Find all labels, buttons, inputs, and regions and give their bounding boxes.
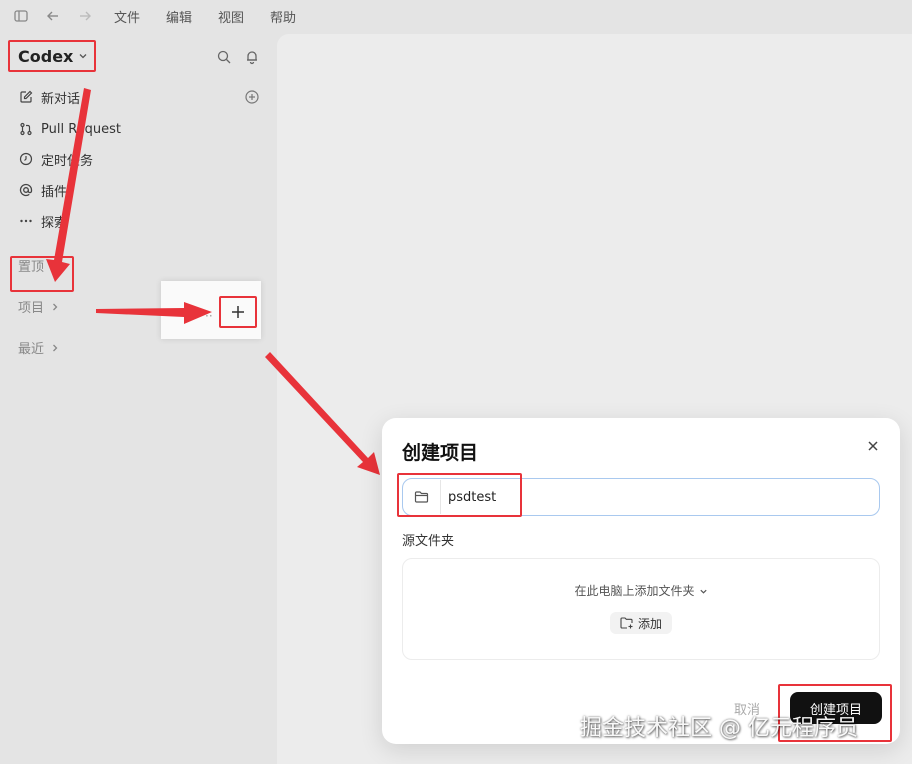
close-icon[interactable] (865, 438, 881, 454)
workspace-switcher[interactable]: Codex (8, 40, 96, 72)
menu-help[interactable]: 帮助 (270, 7, 296, 26)
more-dots: ·· (205, 309, 213, 323)
sidebar-item-label: 定时任务 (41, 153, 94, 169)
section-recent-label: 最近 (18, 342, 45, 357)
source-folder-area (402, 558, 880, 660)
plus-icon (232, 306, 244, 318)
sidebar: Codex 新对话 Pull Request 定时任务 插件 探索 置顶 项目 … (0, 32, 276, 760)
more-icon (18, 214, 33, 229)
watermark: 掘金技术社区 @ 亿元程序员 (580, 716, 858, 741)
add-project-button[interactable] (219, 296, 257, 328)
section-recent[interactable]: 最近 (18, 338, 60, 357)
forward-arrow-icon[interactable] (76, 7, 94, 25)
clock-icon (18, 152, 33, 167)
sidebar-item-pull-request[interactable]: Pull Request (18, 118, 121, 140)
projects-highlight-box (10, 256, 74, 292)
sidebar-item-label: 探索 (41, 215, 68, 231)
pull-request-icon (18, 122, 33, 137)
chevron-right-icon (53, 344, 58, 351)
menu-file[interactable]: 文件 (114, 7, 140, 26)
bell-icon[interactable] (244, 49, 260, 65)
add-folder-label: 添加 (637, 616, 662, 631)
dialog-title: 创建项目 (402, 442, 479, 464)
sidebar-toggle-icon[interactable] (12, 7, 30, 25)
chevron-down-icon (79, 54, 87, 59)
search-icon[interactable] (216, 49, 232, 65)
add-folder-button[interactable]: 添加 (610, 612, 672, 634)
brand-name: Codex (18, 46, 74, 66)
name-field-highlight-box (397, 473, 522, 517)
source-folder-label: 源文件夹 (402, 534, 455, 549)
menubar: 文件 编辑 视图 帮助 (0, 0, 912, 32)
add-folder-hint: 在此电脑上添加文件夹 (574, 584, 695, 598)
sidebar-item-label: Pull Request (41, 121, 122, 137)
back-arrow-icon[interactable] (44, 7, 62, 25)
folder-plus-icon (620, 617, 633, 629)
section-projects[interactable]: 项目 (18, 297, 60, 316)
sidebar-item-new-chat[interactable]: 新对话 (18, 86, 80, 108)
chevron-right-icon (53, 303, 58, 310)
add-circle-icon[interactable] (244, 89, 260, 105)
menu-view[interactable]: 视图 (218, 7, 244, 26)
section-projects-label: 项目 (18, 301, 45, 316)
edit-icon (18, 90, 33, 105)
at-icon (18, 183, 33, 198)
sidebar-item-explore[interactable]: 探索 (18, 210, 67, 232)
sidebar-item-scheduled-tasks[interactable]: 定时任务 (18, 148, 93, 170)
sidebar-item-plugins[interactable]: 插件 (18, 179, 67, 201)
sidebar-item-label: 插件 (41, 184, 68, 200)
menu-edit[interactable]: 编辑 (166, 7, 192, 26)
add-folder-dropdown[interactable]: 在此电脑上添加文件夹 (382, 582, 900, 599)
sidebar-item-label: 新对话 (41, 91, 81, 107)
chevron-down-icon (699, 589, 707, 594)
